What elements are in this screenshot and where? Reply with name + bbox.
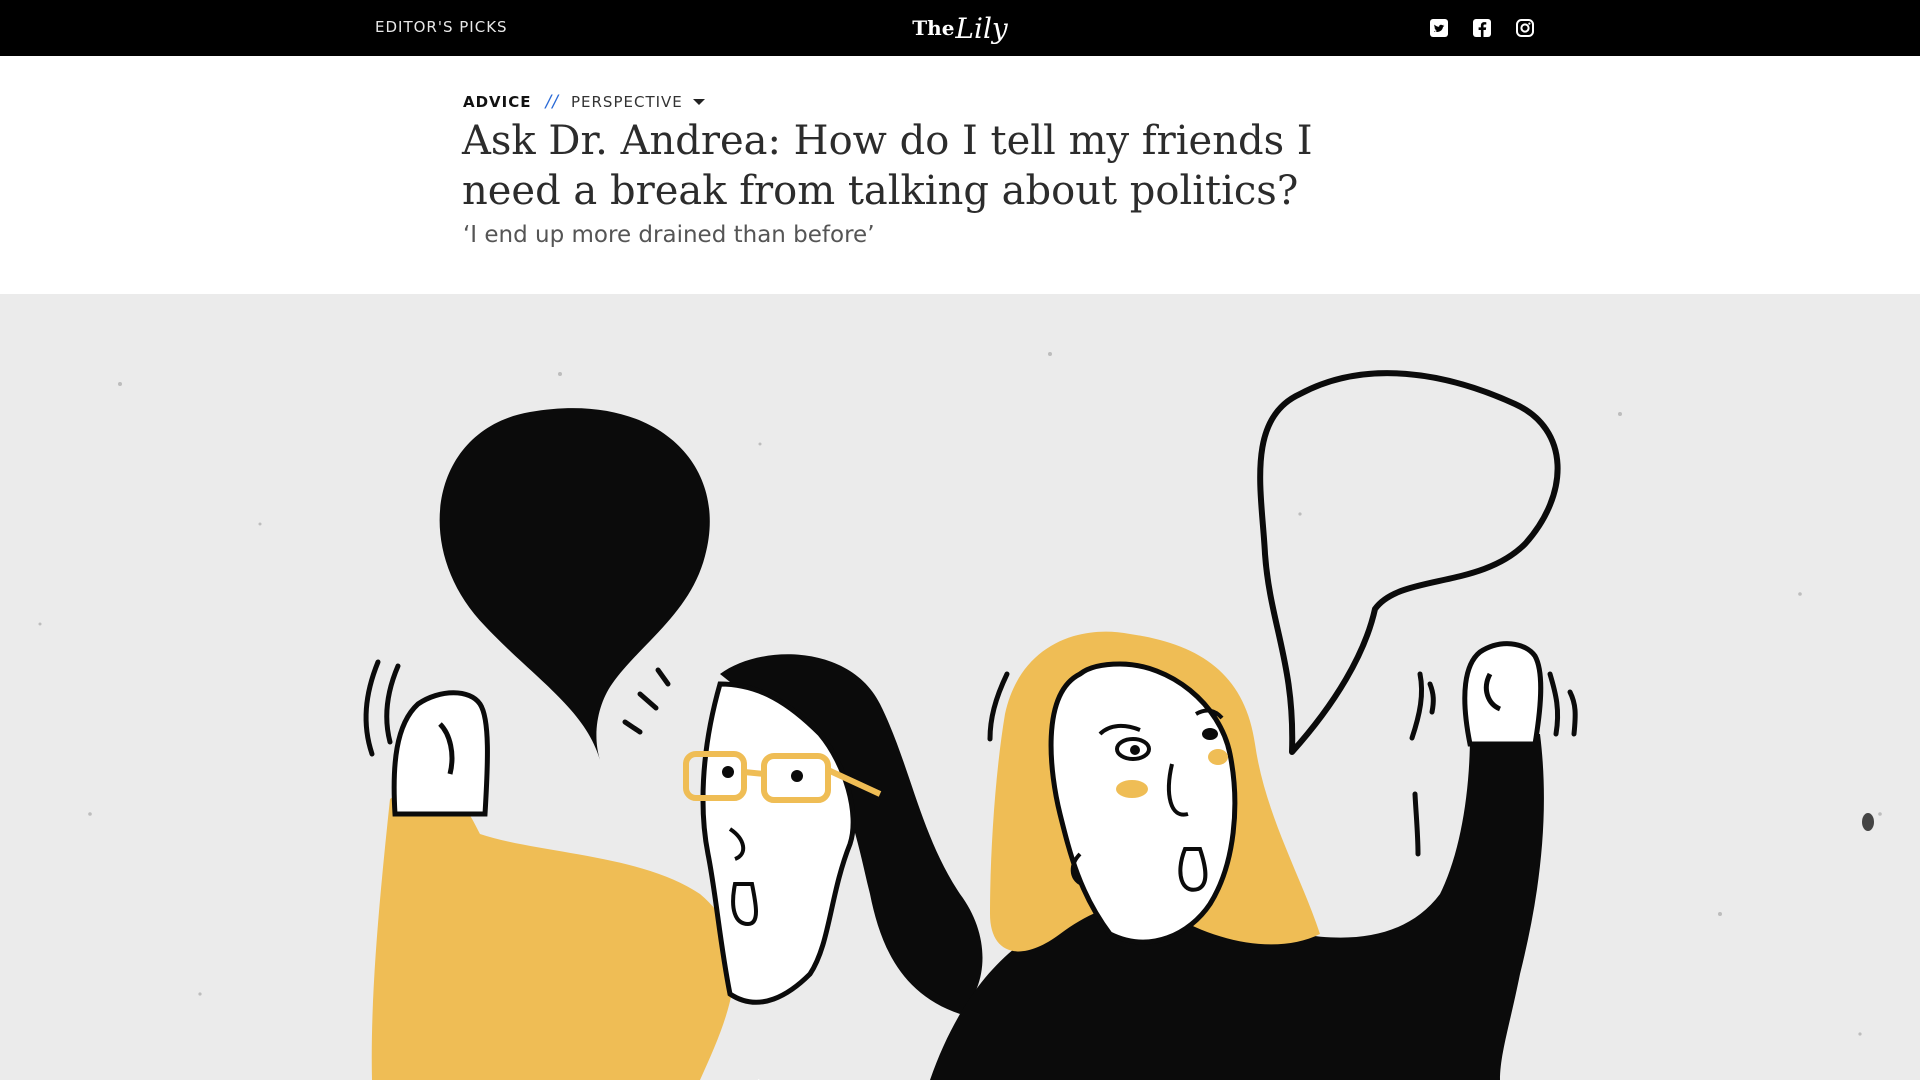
twitter-icon[interactable] (1428, 17, 1450, 39)
caret-down-icon[interactable] (692, 99, 705, 105)
category-advice-link[interactable]: ADVICE (463, 93, 532, 111)
editors-picks-link[interactable]: EDITOR'S PICKS (375, 18, 508, 36)
instagram-icon[interactable] (1514, 17, 1536, 39)
top-navigation-bar: EDITOR'S PICKS The Lily (0, 0, 1920, 56)
kicker-separator: // (545, 92, 559, 112)
hero-illustration (0, 294, 1920, 1080)
perspective-label[interactable]: PERSPECTIVE (571, 93, 683, 111)
the-lily-logo[interactable]: The Lily (912, 8, 1008, 48)
article-title: Ask Dr. Andrea: How do I tell my friends… (462, 118, 1313, 214)
logo-the: The (912, 16, 955, 40)
logo-lily: Lily (955, 11, 1008, 45)
illustration-two-women-talking (38, 352, 1882, 1080)
article-kicker: ADVICE // PERSPECTIVE (463, 92, 705, 112)
facebook-icon[interactable] (1471, 17, 1493, 39)
article-subtitle: ‘I end up more drained than before’ (463, 222, 875, 248)
